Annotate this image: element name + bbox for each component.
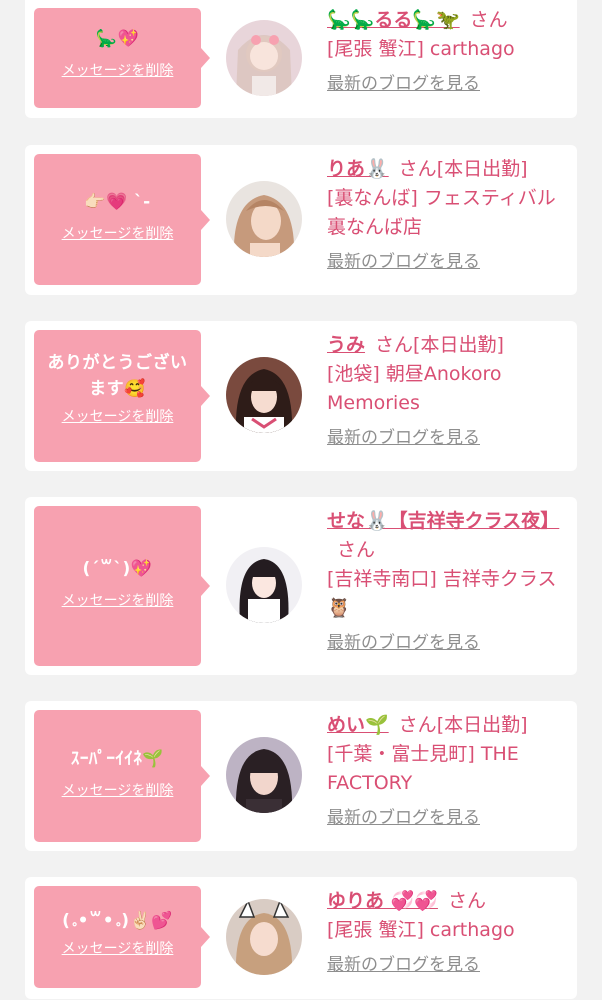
shop-name: [千葉・富士見町] THE FACTORY <box>327 743 519 794</box>
latest-blog-link[interactable]: 最新のブログを見る <box>327 951 480 980</box>
delete-message-link[interactable]: メッセージを削除 <box>62 938 174 958</box>
delete-message-link[interactable]: メッセージを削除 <box>62 223 174 243</box>
message-bubble: 👉🏻💗 ˋ- メッセージを削除 <box>34 154 210 285</box>
message-text: ｽｰﾊﾟｰｲｲﾈ🌱 <box>70 749 165 769</box>
cast-info: りあ🐰 さん[本日出勤] [裏なんば] フェスティバル 裏なんば店 最新のブログを… <box>327 155 567 277</box>
avatar[interactable] <box>226 547 302 623</box>
message-card: ありがとうございます🥰 メッセージを削除 うみ さん[本日出勤] [池袋] 朝昼A… <box>25 321 577 471</box>
honorific: さん <box>398 714 437 736</box>
cast-info: 🦕🦕るる🦕🦖 さん [尾張 蟹江] carthago 最新のブログを見る <box>327 6 567 99</box>
shop-name: [尾張 蟹江] carthago <box>327 919 515 941</box>
cast-info: せな🐰【吉祥寺クラス夜】さん [吉祥寺南口] 吉祥寺クラス🦉 最新のブログを見る <box>327 507 567 658</box>
message-text: (｡•꒳•｡)✌🏻💕 <box>62 911 173 931</box>
cast-name-link[interactable]: りあ🐰 <box>327 158 389 180</box>
message-text: (ˊ꒳ˋ)💖 <box>82 559 153 579</box>
message-card: ｽｰﾊﾟｰｲｲﾈ🌱 メッセージを削除 めい🌱 さん[本日出勤] [千葉・富士見町]… <box>25 701 577 851</box>
message-text: 👉🏻💗 ˋ- <box>84 192 151 212</box>
message-card: 🦕💖 メッセージを削除 🦕🦕るる🦕🦖 さん [尾張 蟹江] carthago 最新… <box>25 0 577 118</box>
latest-blog-link[interactable]: 最新のブログを見る <box>327 804 480 833</box>
shop-name: [裏なんば] フェスティバル 裏なんば店 <box>327 187 556 238</box>
status-label: [本日出勤] <box>436 158 528 180</box>
latest-blog-link[interactable]: 最新のブログを見る <box>327 248 480 277</box>
delete-message-link[interactable]: メッセージを削除 <box>62 780 174 800</box>
latest-blog-link[interactable]: 最新のブログを見る <box>327 424 480 453</box>
cast-info: ゆりあ 💞💞 さん [尾張 蟹江] carthago 最新のブログを見る <box>327 887 567 980</box>
delete-message-link[interactable]: メッセージを削除 <box>62 406 174 426</box>
cast-name-link[interactable]: うみ <box>327 334 365 356</box>
cast-name-link[interactable]: せな🐰【吉祥寺クラス夜】 <box>327 510 559 532</box>
message-bubble: ありがとうございます🥰 メッセージを削除 <box>34 330 210 462</box>
honorific: さん <box>469 9 508 31</box>
latest-blog-link[interactable]: 最新のブログを見る <box>327 629 480 658</box>
honorific: さん <box>398 158 437 180</box>
avatar[interactable] <box>226 357 302 433</box>
avatar[interactable] <box>226 181 302 257</box>
cast-name-link[interactable]: めい🌱 <box>327 714 389 736</box>
shop-name: [尾張 蟹江] carthago <box>327 38 515 60</box>
status-label: [本日出勤] <box>413 334 504 356</box>
message-card: (｡•꒳•｡)✌🏻💕 メッセージを削除 ゆりあ 💞💞 さん [尾張 蟹江] car… <box>25 877 577 999</box>
shop-name: [吉祥寺南口] 吉祥寺クラス🦉 <box>327 568 557 619</box>
avatar[interactable] <box>226 20 302 96</box>
avatar[interactable] <box>226 737 302 813</box>
delete-message-link[interactable]: メッセージを削除 <box>62 60 174 80</box>
message-bubble: 🦕💖 メッセージを削除 <box>34 8 210 108</box>
message-text: ありがとうございます🥰 <box>47 353 188 399</box>
honorific: さん <box>337 539 376 561</box>
shop-name: [池袋] 朝昼Anokoro Memories <box>327 363 502 414</box>
latest-blog-link[interactable]: 最新のブログを見る <box>327 70 480 99</box>
message-bubble: ｽｰﾊﾟｰｲｲﾈ🌱 メッセージを削除 <box>34 710 210 842</box>
avatar[interactable] <box>226 899 302 975</box>
message-text: 🦕💖 <box>95 29 140 49</box>
honorific: さん <box>447 890 486 912</box>
honorific: さん <box>375 334 414 356</box>
cast-name-link[interactable]: 🦕🦕るる🦕🦖 <box>327 9 460 31</box>
cast-info: めい🌱 さん[本日出勤] [千葉・富士見町] THE FACTORY 最新のブログ… <box>327 711 567 833</box>
cast-info: うみ さん[本日出勤] [池袋] 朝昼Anokoro Memories 最新のブロ… <box>327 331 567 453</box>
message-card: (ˊ꒳ˋ)💖 メッセージを削除 せな🐰【吉祥寺クラス夜】さん [吉祥寺南口] 吉… <box>25 497 577 675</box>
message-card: 👉🏻💗 ˋ- メッセージを削除 りあ🐰 さん[本日出勤] [裏なんば] フェスティ… <box>25 145 577 295</box>
message-bubble: (ˊ꒳ˋ)💖 メッセージを削除 <box>34 506 210 666</box>
cast-name-link[interactable]: ゆりあ 💞💞 <box>327 890 438 912</box>
message-bubble: (｡•꒳•｡)✌🏻💕 メッセージを削除 <box>34 886 210 988</box>
status-label: [本日出勤] <box>436 714 528 736</box>
delete-message-link[interactable]: メッセージを削除 <box>62 590 174 610</box>
